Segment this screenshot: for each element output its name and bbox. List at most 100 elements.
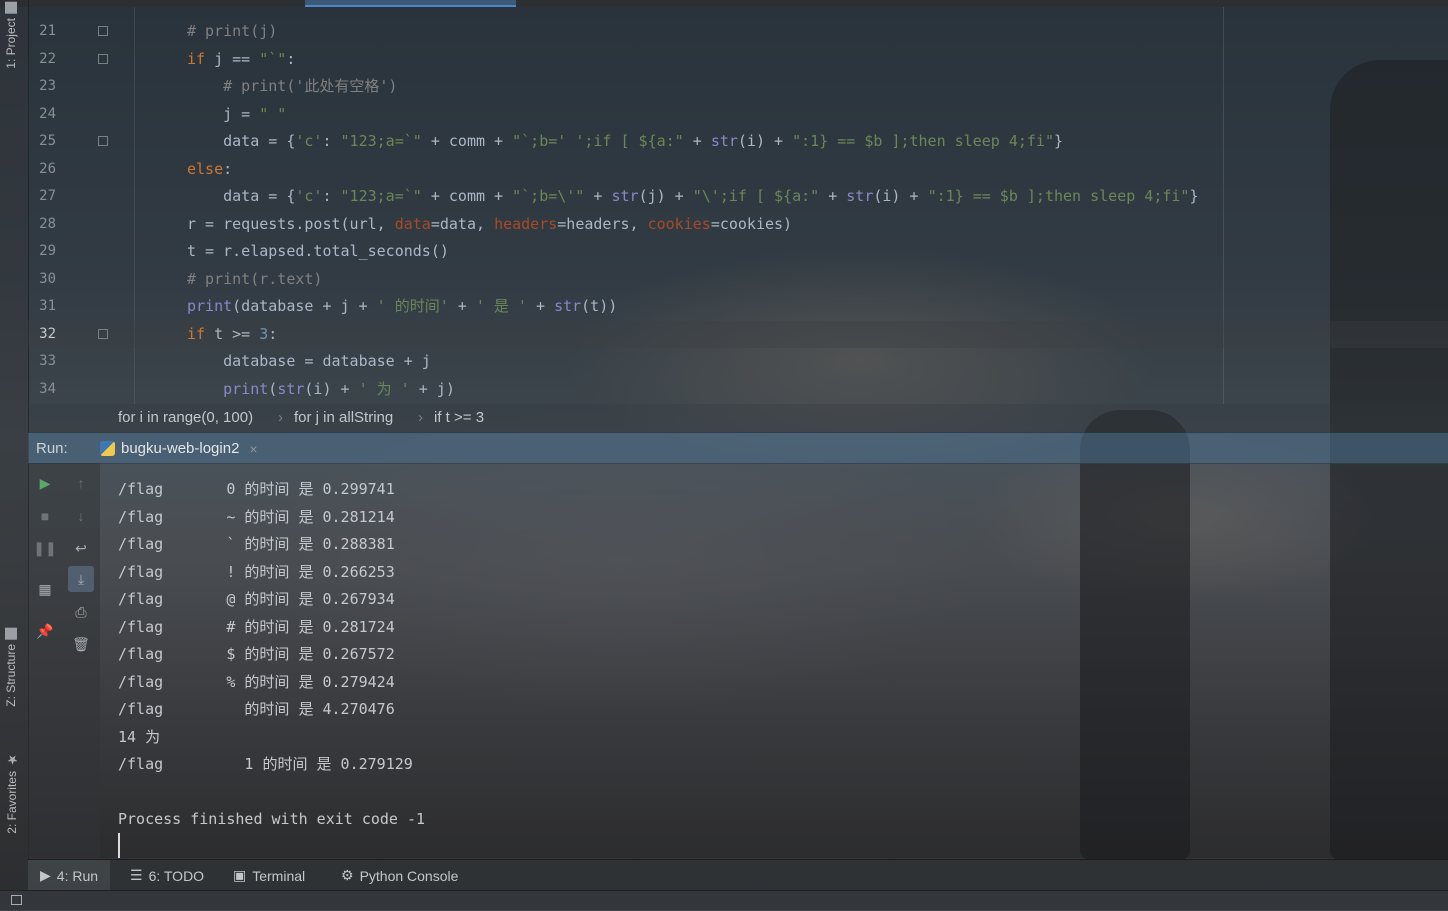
code-text: data = {'c': "123;a=`" + comm + "`;b=\'"… — [187, 187, 1199, 205]
line-number: 29 — [39, 243, 56, 259]
line-number: 34 — [39, 380, 56, 397]
up-arrow-icon[interactable]: ↑ — [70, 472, 92, 494]
code-line[interactable]: 33 database = database + j — [28, 348, 1448, 375]
line-number: 26 — [39, 160, 56, 177]
tab-run[interactable]: ▶ 4: Run — [28, 860, 111, 891]
console-line: /flag # 的时间 是 0.281724 — [118, 617, 395, 636]
breadcrumb-item[interactable]: for i in range(0, 100) — [118, 404, 253, 432]
line-number: 28 — [39, 215, 56, 232]
list-icon: ☰ — [130, 867, 143, 883]
code-line[interactable]: 28 r = requests.post(url, data=data, head… — [28, 211, 1448, 238]
tool-windows-toggle-icon[interactable] — [11, 895, 22, 905]
structure-icon — [5, 628, 17, 640]
terminal-icon: ▣ — [233, 867, 247, 883]
scroll-to-end-icon[interactable]: ⤓ — [68, 566, 94, 592]
editor-tab-strip — [0, 0, 1448, 7]
code-line[interactable]: 27 data = {'c': "123;a=`" + comm + "`;b=… — [28, 183, 1448, 210]
code-text: print(database + j + ' 的时间' + ' 是 ' + st… — [187, 297, 618, 315]
trash-icon[interactable]: 🗑 — [70, 633, 92, 655]
fold-marker-icon[interactable] — [98, 328, 108, 339]
tab-terminal[interactable]: ▣ Terminal — [233, 860, 305, 891]
project-tool-tab[interactable]: 1: Project — [4, 2, 18, 69]
run-panel-header: Run: bugku-web-login2 × — [28, 432, 1448, 464]
code-text: # print('此处有空格') — [223, 77, 398, 95]
code-text: data = {'c': "123;a=`" + comm + "`;b=' '… — [187, 132, 1064, 150]
line-number: 22 — [39, 50, 56, 67]
code-text: if t >= 3: — [187, 324, 278, 343]
code-text: # print(r.text) — [187, 269, 323, 288]
console-line: /flag @ 的时间 是 0.267934 — [118, 590, 395, 608]
line-number: 21 — [39, 23, 56, 39]
down-arrow-icon[interactable]: ↓ — [70, 505, 92, 527]
code-line[interactable]: 31 print(database + j + ' 的时间' + ' 是 ' + … — [28, 293, 1448, 320]
bottom-tool-window-bar: ▶ 4: Run ☰ 6: TODO ▣ Terminal ⚙ Python C… — [28, 859, 1448, 891]
code-line[interactable]: 21 # print(j) — [28, 18, 1448, 45]
line-number: 23 — [39, 78, 56, 94]
left-tool-strip: 1: Project Z: Structure 2: Favorites★ — [0, 0, 29, 890]
pause-icon[interactable]: ❚❚ — [33, 537, 56, 559]
active-editor-tab[interactable] — [305, 0, 516, 7]
console-line: /flag ~ 的时间 是 0.281214 — [118, 507, 395, 526]
python-icon: ⚙ — [341, 867, 354, 883]
line-number: 30 — [39, 270, 56, 287]
tab-python-console[interactable]: ⚙ Python Console — [341, 860, 458, 891]
breadcrumb-separator: › — [278, 409, 283, 426]
line-number: 33 — [39, 353, 56, 369]
fold-marker-icon[interactable] — [98, 53, 108, 64]
console-line: 14 为 — [118, 727, 161, 746]
code-line[interactable]: 29 t = r.elapsed.total_seconds() — [28, 238, 1448, 265]
run-config-tab[interactable]: bugku-web-login2 × — [90, 433, 268, 464]
code-text: j = " " — [187, 104, 287, 123]
code-line[interactable]: 34 print(str(i) + ' 为 ' + j) — [28, 376, 1448, 403]
code-line[interactable]: 24 j = " " — [28, 101, 1448, 128]
code-line[interactable]: 22 if j == "`": — [28, 46, 1448, 73]
code-text: database = database + j — [187, 352, 431, 370]
code-text: r = requests.post(url, data=data, header… — [187, 214, 793, 233]
run-icon[interactable]: ▶ — [34, 472, 56, 494]
line-number: 32 — [39, 325, 56, 342]
print-icon[interactable]: ⎙ — [70, 601, 92, 623]
soft-wrap-icon[interactable]: ↩ — [70, 537, 92, 559]
breadcrumb-item[interactable]: if t >= 3 — [434, 404, 484, 432]
console-line: /flag % 的时间 是 0.279424 — [118, 672, 395, 691]
structure-tool-tab[interactable]: Z: Structure — [4, 628, 18, 707]
code-line[interactable]: 26 else: — [28, 156, 1448, 183]
close-icon[interactable]: × — [249, 441, 257, 457]
stop-icon[interactable]: ■ — [34, 505, 56, 527]
status-bar — [0, 890, 1448, 911]
console-line: /flag ! 的时间 是 0.266253 — [118, 562, 395, 581]
code-text: print(str(i) + ' 为 ' + j) — [223, 379, 455, 398]
tab-todo[interactable]: ☰ 6: TODO — [130, 860, 204, 891]
fold-marker-icon[interactable] — [98, 26, 108, 36]
code-editor[interactable]: 21 # print(j) 22 if j == "`": 23 # print('此处… — [28, 7, 1448, 404]
code-line[interactable]: 25 data = {'c': "123;a=`" + comm + "`;b=… — [28, 128, 1448, 155]
console-line: Process finished with exit code -1 — [118, 810, 426, 828]
code-text: # print(j) — [187, 22, 278, 40]
console-line: /flag 0 的时间 是 0.299741 — [118, 480, 395, 498]
breadcrumb-separator: › — [418, 409, 423, 426]
code-line[interactable]: 23 # print('此处有空格') — [28, 73, 1448, 100]
folder-icon — [5, 2, 17, 14]
run-toolbar: ▶ ■ ❚❚ ▦ 📌 ↑ ↓ ↩ ⤓ ⎙ 🗑 — [28, 463, 100, 858]
run-console-output[interactable]: /flag 0 的时间 是 0.299741/flag ~ 的时间 是 0.28… — [100, 463, 1448, 858]
line-number: 31 — [39, 298, 56, 314]
console-line: /flag 的时间 是 4.270476 — [118, 700, 395, 718]
line-number: 24 — [39, 105, 56, 122]
code-line[interactable]: 30 # print(r.text) — [28, 266, 1448, 293]
line-number: 25 — [39, 133, 56, 149]
code-line[interactable]: 32 if t >= 3: — [28, 320, 1448, 348]
console-line: /flag ` 的时间 是 0.288381 — [118, 535, 395, 553]
code-text: if j == "`": — [187, 49, 296, 68]
run-tab-title: bugku-web-login2 — [121, 440, 240, 457]
text-caret — [118, 833, 120, 858]
breadcrumb: for i in range(0, 100) › for j in allStr… — [28, 404, 1448, 432]
run-label: Run: — [36, 440, 68, 457]
layout-icon[interactable]: ▦ — [34, 578, 56, 600]
star-icon: ★ — [4, 752, 19, 767]
console-line: /flag 1 的时间 是 0.279129 — [118, 755, 413, 773]
breadcrumb-item[interactable]: for j in allString — [294, 404, 393, 432]
fold-marker-icon[interactable] — [98, 136, 108, 146]
play-icon: ▶ — [40, 867, 51, 883]
favorites-tool-tab[interactable]: 2: Favorites★ — [4, 752, 19, 834]
pin-icon[interactable]: 📌 — [34, 620, 56, 642]
